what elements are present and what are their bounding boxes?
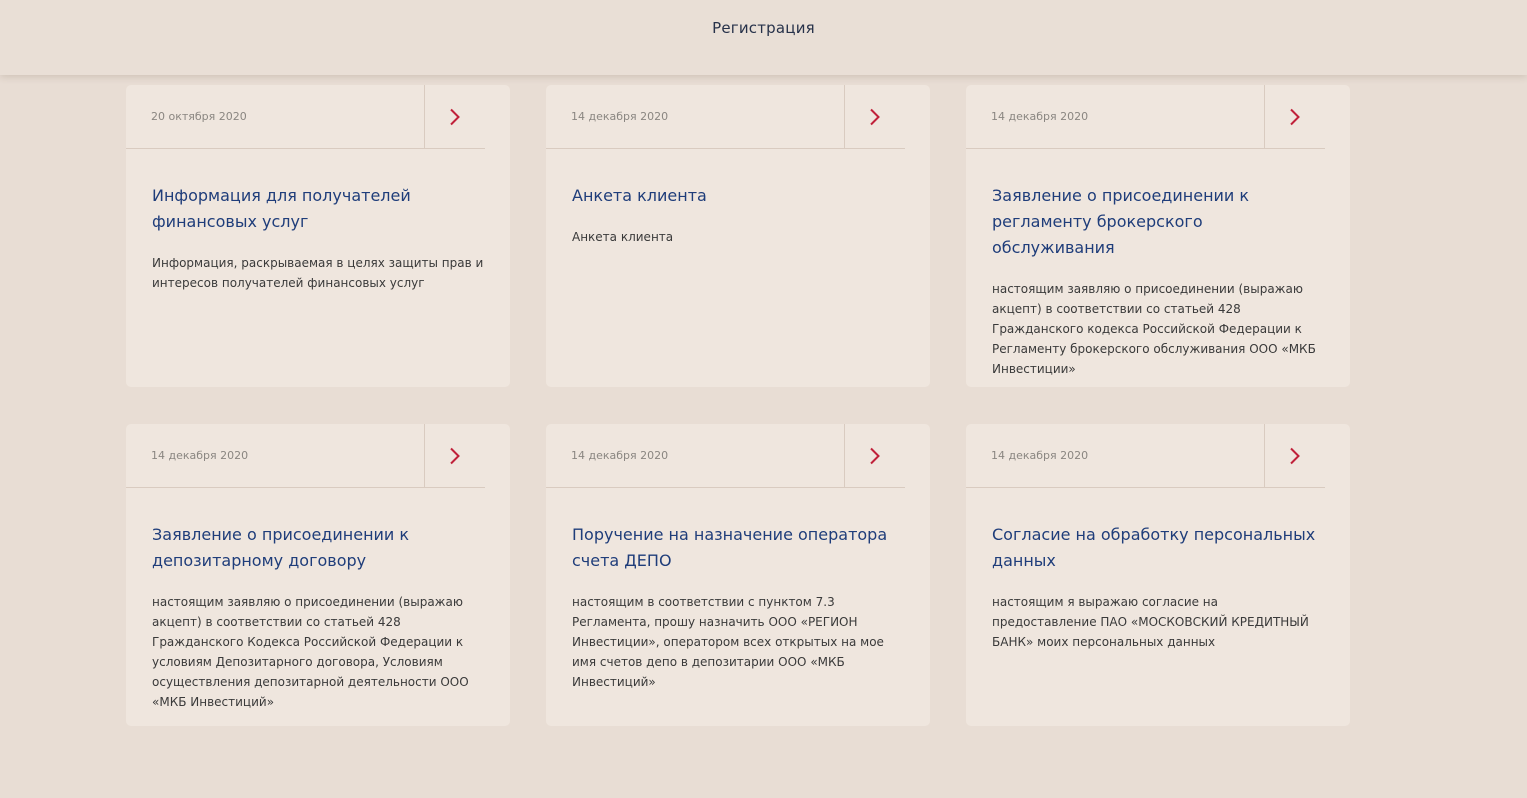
- card-date: 14 декабря 2020: [991, 110, 1089, 123]
- card-description: Анкета клиента: [572, 230, 674, 244]
- card-description: Информация, раскрываемая в целях защиты …: [152, 256, 484, 290]
- document-card[interactable]: 14 декабря 2020 Согласие на обработку пе…: [966, 424, 1350, 726]
- card-description: настоящим заявляю о присоединении (выраж…: [152, 595, 469, 709]
- card-date: 14 декабря 2020: [991, 449, 1089, 462]
- card-header: 14 декабря 2020: [546, 424, 905, 488]
- card-date: 14 декабря 2020: [571, 110, 669, 123]
- card-header: 14 декабря 2020: [126, 424, 485, 488]
- card-date: 14 декабря 2020: [151, 449, 249, 462]
- card-description: настоящим заявляю о присоединении (выраж…: [992, 282, 1316, 376]
- document-card[interactable]: 14 декабря 2020 Поручение на назначение …: [546, 424, 930, 726]
- chevron-right-icon: [870, 108, 880, 125]
- card-title[interactable]: Согласие на обработку персональных данны…: [992, 522, 1326, 574]
- card-body: Заявление о присоединении к депозитарном…: [126, 488, 510, 712]
- card-title[interactable]: Заявление о присоединении к регламенту б…: [992, 183, 1326, 261]
- document-card[interactable]: 14 декабря 2020 Заявление о присоединени…: [966, 85, 1350, 387]
- document-card[interactable]: 14 декабря 2020 Заявление о присоединени…: [126, 424, 510, 726]
- card-date: 14 декабря 2020: [571, 449, 669, 462]
- card-header: 14 декабря 2020: [966, 85, 1325, 149]
- card-body: Согласие на обработку персональных данны…: [966, 488, 1350, 652]
- document-cards-grid: 20 октября 2020 Информация для получател…: [126, 85, 1350, 726]
- card-description: настоящим в соответствии с пунктом 7.3 Р…: [572, 595, 884, 689]
- card-header: 20 октября 2020: [126, 85, 485, 149]
- card-title[interactable]: Поручение на назначение оператора счета …: [572, 522, 906, 574]
- open-document-button[interactable]: [1264, 85, 1325, 148]
- card-date: 20 октября 2020: [151, 110, 247, 123]
- page-title: Регистрация: [712, 19, 815, 37]
- card-title[interactable]: Анкета клиента: [572, 183, 906, 209]
- card-header: 14 декабря 2020: [546, 85, 905, 149]
- card-header: 14 декабря 2020: [966, 424, 1325, 488]
- chevron-right-icon: [870, 447, 880, 464]
- card-body: Информация для получателей финансовых ус…: [126, 149, 510, 293]
- document-card[interactable]: 20 октября 2020 Информация для получател…: [126, 85, 510, 387]
- card-title[interactable]: Информация для получателей финансовых ус…: [152, 183, 486, 235]
- chevron-right-icon: [450, 447, 460, 464]
- open-document-button[interactable]: [1264, 424, 1325, 487]
- card-body: Анкета клиента Анкета клиента: [546, 149, 930, 247]
- chevron-right-icon: [450, 108, 460, 125]
- chevron-right-icon: [1290, 108, 1300, 125]
- card-body: Поручение на назначение оператора счета …: [546, 488, 930, 692]
- open-document-button[interactable]: [844, 85, 905, 148]
- open-document-button[interactable]: [424, 424, 485, 487]
- card-description: настоящим я выражаю согласие на предоста…: [992, 595, 1309, 649]
- page-header: Регистрация: [0, 0, 1527, 75]
- card-title[interactable]: Заявление о присоединении к депозитарном…: [152, 522, 486, 574]
- open-document-button[interactable]: [844, 424, 905, 487]
- open-document-button[interactable]: [424, 85, 485, 148]
- document-card[interactable]: 14 декабря 2020 Анкета клиента Анкета кл…: [546, 85, 930, 387]
- card-body: Заявление о присоединении к регламенту б…: [966, 149, 1350, 379]
- chevron-right-icon: [1290, 447, 1300, 464]
